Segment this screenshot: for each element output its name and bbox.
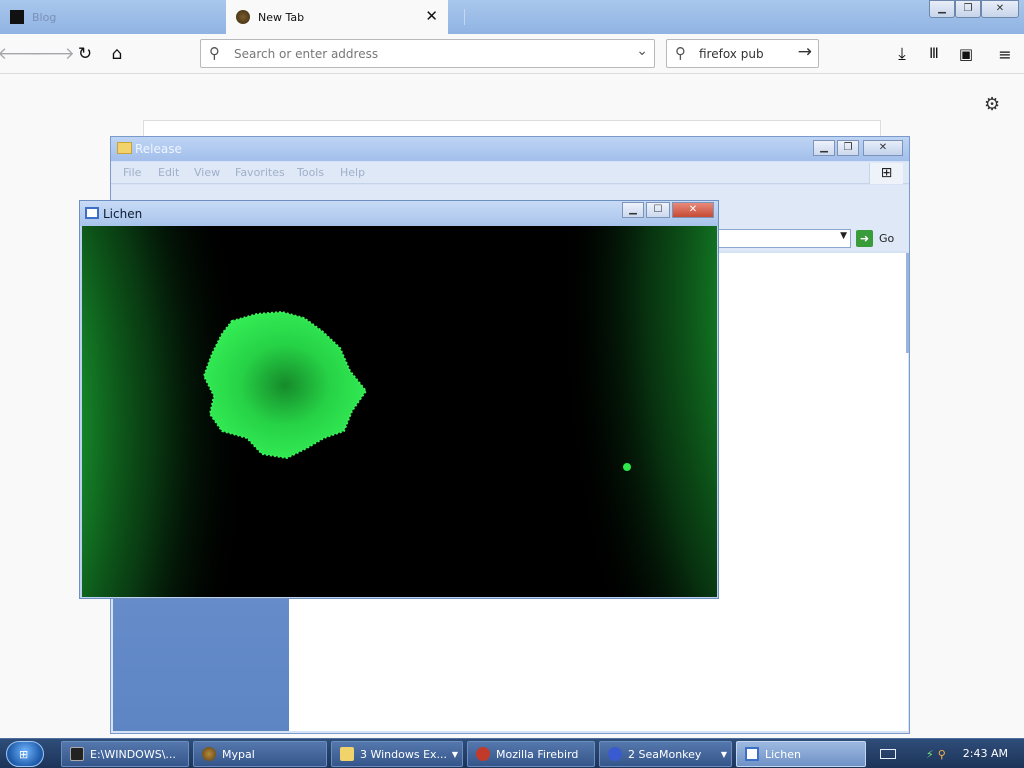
forward-button[interactable]: 🡒	[29, 41, 75, 67]
go-button[interactable]: ➜ Go	[856, 229, 906, 248]
close-window-button[interactable]: ✕	[981, 0, 1019, 18]
windows-logo-icon: ⊞	[19, 748, 29, 761]
minimize-button[interactable]: ▁	[813, 140, 835, 156]
close-button[interactable]: ✕	[672, 202, 714, 218]
system-tray: ⚡ ⚲ 2:43 AM	[876, 741, 1022, 767]
close-tab-icon[interactable]: ✕	[425, 9, 438, 24]
lichen-titlebar[interactable]: Lichen ▁ ☐ ✕	[80, 201, 718, 226]
new-tab-button[interactable]	[464, 9, 465, 25]
explorer-titlebar[interactable]: Release ▁ ❐ ✕	[111, 137, 909, 161]
tab-title: Blog	[32, 10, 57, 24]
go-label: Go	[879, 232, 895, 245]
tab-new-tab[interactable]: New Tab ✕	[226, 0, 448, 34]
chevron-down-icon: ▼	[720, 750, 727, 759]
taskbar-item-label: 3 Windows Ex...	[360, 747, 448, 761]
keyboard-icon[interactable]	[880, 749, 896, 759]
search-bar[interactable]: ⚲ →	[666, 39, 819, 68]
gear-icon[interactable]: ⚙	[984, 94, 1000, 115]
app-window-icon	[85, 207, 99, 219]
go-arrow-icon[interactable]: →	[798, 42, 812, 62]
menu-tools[interactable]: Tools	[297, 166, 324, 179]
lichen-simulation-canvas[interactable]	[82, 226, 717, 597]
search-icon: ⚲	[675, 44, 686, 62]
restore-button[interactable]: ❐	[837, 140, 859, 156]
taskbar-item-mypal[interactable]: Mypal	[193, 741, 327, 767]
folder-icon	[117, 142, 132, 154]
library-button[interactable]: Ⅲ	[920, 41, 948, 67]
close-button[interactable]: ✕	[863, 140, 903, 156]
network-icon[interactable]: ⚡	[926, 748, 934, 761]
chevron-down-icon: ▼	[451, 750, 458, 759]
app-window-icon	[745, 747, 759, 761]
folder-icon	[340, 747, 354, 761]
new-tab-favicon-icon	[236, 10, 250, 24]
start-button[interactable]: ⊞	[6, 741, 44, 767]
downloads-button[interactable]: ⤓	[888, 41, 916, 67]
menu-button[interactable]: ≡	[991, 41, 1019, 67]
lichen-growth-image	[82, 226, 717, 597]
console-icon	[70, 747, 84, 761]
sidebar-button[interactable]: ▣	[952, 41, 980, 67]
mypal-icon	[202, 747, 216, 761]
go-arrow-icon: ➜	[856, 230, 873, 247]
seamonkey-icon	[608, 747, 622, 761]
taskbar-item-label: Mozilla Firebird	[496, 747, 579, 761]
taskbar-item-label: E:\WINDOWS\...	[90, 747, 176, 761]
restore-button[interactable]: ❐	[955, 0, 981, 18]
tab-title: New Tab	[258, 10, 305, 24]
search-input[interactable]	[697, 44, 792, 64]
firebird-icon	[476, 747, 490, 761]
lichen-title: Lichen	[103, 207, 143, 221]
taskbar-item-label: Mypal	[222, 747, 255, 761]
search-icon: ⚲	[209, 44, 220, 62]
reload-button[interactable]: ↻	[71, 41, 99, 67]
tab-strip: Blog New Tab ✕ ▁ ❐ ✕	[0, 0, 1024, 34]
tab-blog[interactable]: Blog	[0, 0, 225, 34]
explorer-menubar: File Edit View Favorites Tools Help	[111, 162, 909, 184]
maximize-button[interactable]: ☐	[646, 202, 670, 218]
taskbar: ⊞ E:\WINDOWS\... Mypal 3 Windows Ex... ▼…	[0, 738, 1024, 768]
minimize-button[interactable]: ▁	[622, 202, 644, 218]
menu-help[interactable]: Help	[340, 166, 365, 179]
navigation-toolbar: 🡐 🡒 ↻ ⌂ ⚲ ⌄ ⚲ → ⤓ Ⅲ ▣ ≡	[0, 34, 1024, 74]
scrollbar[interactable]	[906, 253, 909, 353]
chevron-down-icon[interactable]: ▼	[840, 231, 847, 241]
taskbar-item-windows-explorer[interactable]: 3 Windows Ex... ▼	[331, 741, 463, 767]
menu-view[interactable]: View	[194, 166, 220, 179]
url-input[interactable]	[232, 44, 622, 64]
search-icon[interactable]: ⚲	[938, 748, 946, 761]
clock[interactable]: 2:43 AM	[963, 747, 1008, 760]
taskbar-item-label: Lichen	[765, 747, 801, 761]
menu-favorites[interactable]: Favorites	[235, 166, 285, 179]
menu-file[interactable]: File	[123, 166, 141, 179]
windows-logo-icon: ⊞	[869, 163, 903, 184]
menu-edit[interactable]: Edit	[158, 166, 179, 179]
taskbar-item-seamonkey[interactable]: 2 SeaMonkey ▼	[599, 741, 732, 767]
taskbar-item-label: 2 SeaMonkey	[628, 747, 702, 761]
blog-favicon-icon	[10, 10, 24, 24]
lichen-window: Lichen ▁ ☐ ✕	[79, 200, 719, 599]
taskbar-item-lichen[interactable]: Lichen	[736, 741, 866, 767]
minimize-button[interactable]: ▁	[929, 0, 955, 18]
home-button[interactable]: ⌂	[103, 41, 131, 67]
taskbar-item-console[interactable]: E:\WINDOWS\...	[61, 741, 189, 767]
taskbar-item-firebird[interactable]: Mozilla Firebird	[467, 741, 595, 767]
chevron-down-icon[interactable]: ⌄	[636, 43, 648, 59]
url-bar[interactable]: ⚲ ⌄	[200, 39, 655, 68]
explorer-title: Release	[135, 142, 182, 156]
